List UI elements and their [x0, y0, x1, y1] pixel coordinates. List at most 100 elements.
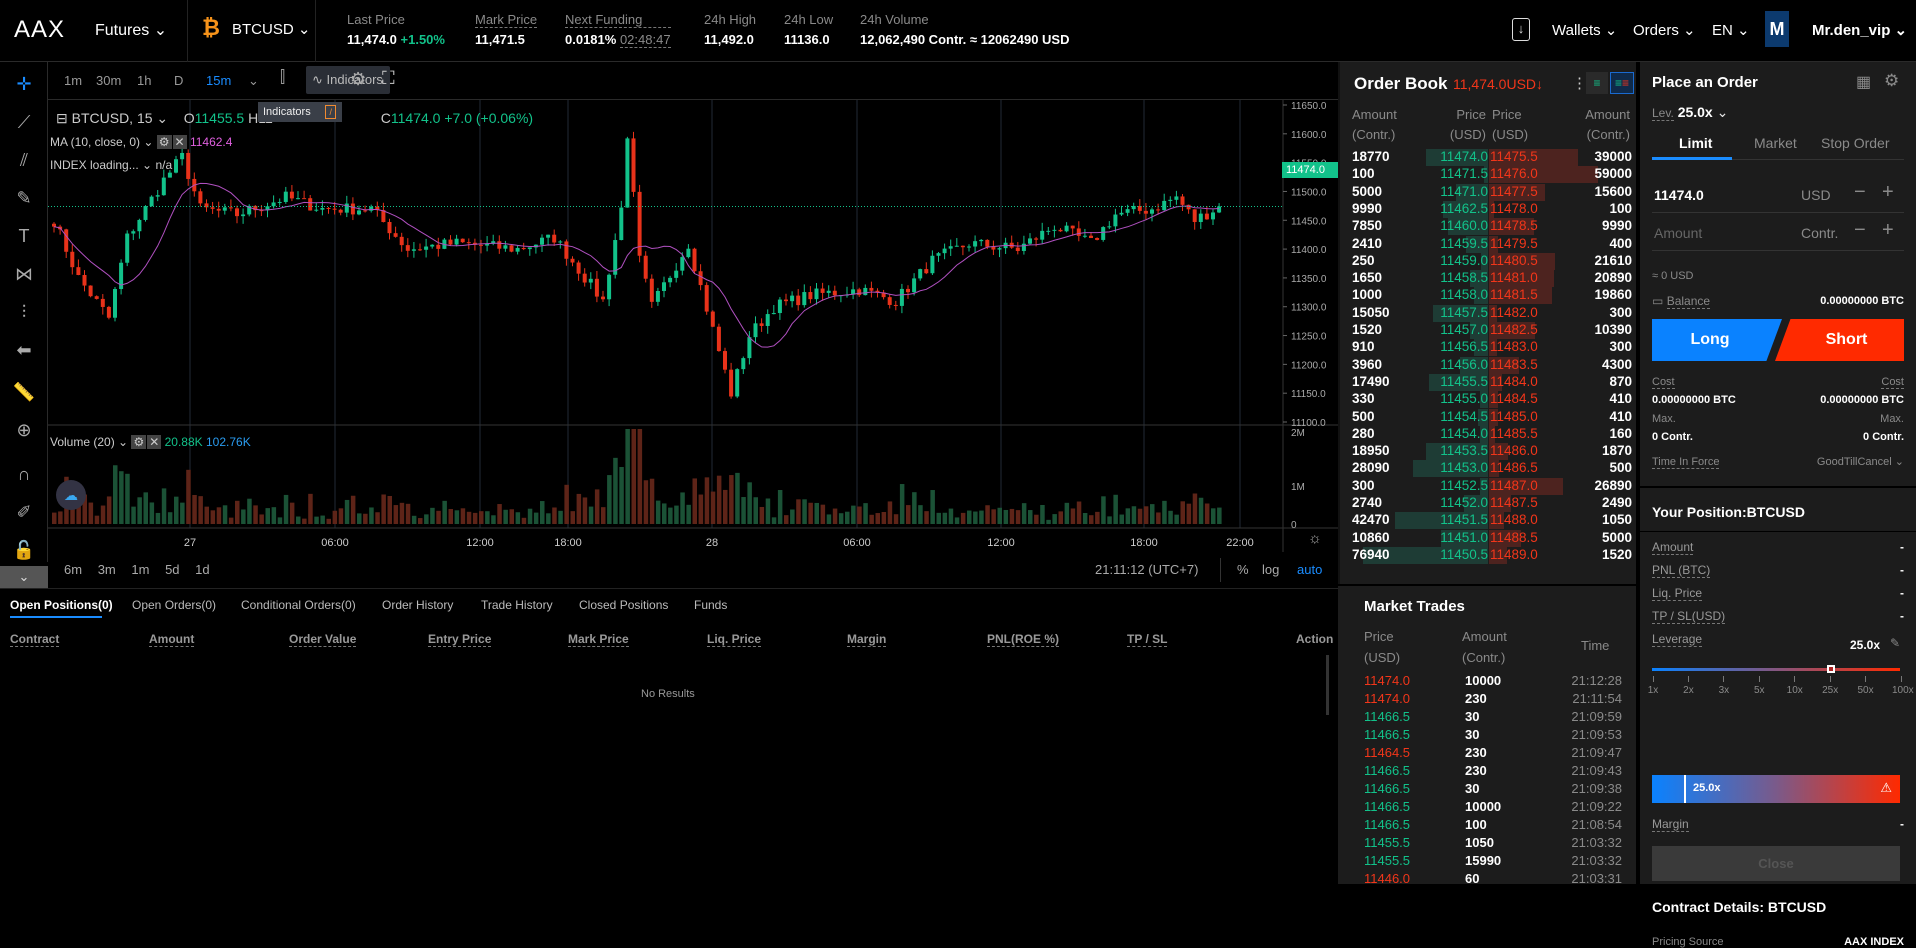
leverage-slider[interactable] [1652, 668, 1900, 671]
leverage-tick[interactable]: 50x [1857, 676, 1875, 696]
amount-input[interactable]: Amount Contr. − + [1652, 215, 1904, 251]
fib-icon[interactable]: ⫽ [12, 148, 36, 172]
interval-d[interactable]: D [174, 73, 183, 88]
interval-30m[interactable]: 30m [96, 73, 121, 88]
prediction-icon[interactable]: ⫶ [12, 300, 36, 324]
auto-scale-toggle[interactable]: auto [1297, 562, 1322, 577]
axis-settings-icon[interactable]: ☼ [1308, 530, 1322, 547]
order-book-row[interactable]: 5000 11471.0 11477.5 15600 [1340, 183, 1638, 201]
orders-menu[interactable]: Orders ⌄ [1633, 21, 1696, 39]
leverage-slider-thumb[interactable] [1826, 665, 1835, 673]
close-position-button[interactable]: Close [1652, 846, 1900, 881]
pattern-icon[interactable]: ⋈ [12, 262, 36, 286]
download-icon[interactable]: ↓ [1512, 18, 1530, 41]
order-book-row[interactable]: 100 11471.5 11476.0 59000 [1340, 166, 1638, 184]
order-book-row[interactable]: 250 11459.0 11480.5 21610 [1340, 252, 1638, 270]
leverage-tick[interactable]: 25x [1821, 676, 1839, 696]
candlestick-chart[interactable]: 27 06:00 12:00 18:00 28 06:00 12:00 18:00 22:00 1… [48, 100, 1338, 552]
order-book-row[interactable]: 1000 11458.0 11481.5 19860 [1340, 287, 1638, 305]
chart-timezone[interactable]: 21:11:12 (UTC+7) [1095, 562, 1198, 577]
order-book-row[interactable]: 500 11454.5 11485.0 410 [1340, 408, 1638, 426]
order-book-row[interactable]: 15050 11457.5 11482.0 300 [1340, 304, 1638, 322]
tab-open-orders-[interactable]: Open Orders(0) [132, 598, 216, 612]
interval-1m[interactable]: 1m [64, 73, 82, 88]
tab-limit[interactable]: Limit [1679, 135, 1712, 151]
tab-order-history[interactable]: Order History [382, 598, 453, 612]
interval-15m[interactable]: 15m [206, 73, 231, 88]
leverage-tick[interactable]: 3x [1715, 676, 1733, 696]
crosshair-icon[interactable]: ✛ [12, 72, 36, 96]
tab-trade-history[interactable]: Trade History [481, 598, 553, 612]
order-book-row[interactable]: 76940 11450.5 11489.0 1520 [1340, 546, 1638, 564]
order-book-row[interactable]: 1520 11457.0 11482.5 10390 [1340, 322, 1638, 339]
text-icon[interactable]: T [12, 224, 36, 248]
order-book-row[interactable]: 18950 11453.5 11486.0 1870 [1340, 443, 1638, 461]
indicators-button[interactable]: ∿ Indicators [306, 66, 390, 94]
product-dropdown[interactable]: Futures ⌄ [95, 20, 167, 40]
order-book-row[interactable]: 42470 11451.5 11488.0 1050 [1340, 512, 1638, 530]
brush-icon[interactable]: ✎ [12, 186, 36, 210]
log-scale-toggle[interactable]: log [1262, 562, 1279, 577]
order-book-row[interactable]: 330 11455.0 11484.5 410 [1340, 391, 1638, 409]
magnet-icon[interactable]: ∩ [12, 462, 36, 486]
interval-1h[interactable]: 1h [137, 73, 151, 88]
amount-decrement-icon[interactable]: − [1854, 219, 1866, 242]
time-in-force-dropdown[interactable]: GoodTillCancel ⌄ [1817, 455, 1904, 468]
more-options-icon[interactable]: ⋮ [1572, 74, 1587, 92]
zoom-in-icon[interactable]: ⊕ [12, 418, 36, 442]
leverage-dropdown[interactable]: Lev. 25.0x ⌄ [1652, 104, 1728, 121]
trend-line-icon[interactable]: ⟋ [12, 110, 36, 134]
tab-conditional-orders-[interactable]: Conditional Orders(0) [241, 598, 356, 612]
language-menu[interactable]: EN ⌄ [1712, 21, 1750, 39]
price-chart[interactable]: 27 06:00 12:00 18:00 28 06:00 12:00 18:00 22:00 1… [48, 100, 1338, 552]
order-book-row[interactable]: 17490 11455.5 11484.0 870 [1340, 373, 1638, 391]
order-book-row[interactable]: 280 11454.0 11485.5 160 [1340, 425, 1638, 443]
lock-drawing-icon[interactable]: ✐ [12, 500, 36, 524]
price-increment-icon[interactable]: + [1882, 181, 1894, 204]
calculator-icon[interactable]: ▦ [1856, 72, 1871, 92]
lock-icon[interactable]: 🔓 [12, 538, 36, 562]
tab-open-positions-[interactable]: Open Positions(0) [10, 598, 113, 612]
order-book-row[interactable]: 1650 11458.5 11481.0 20890 [1340, 270, 1638, 288]
fullscreen-icon[interactable]: ⛶ [382, 68, 395, 89]
tab-funds[interactable]: Funds [694, 598, 727, 612]
leverage-tick[interactable]: 10x [1786, 676, 1804, 696]
book-view-split-icon[interactable]: ≡ [1586, 72, 1608, 94]
scrollbar[interactable] [1326, 655, 1329, 715]
tab-market[interactable]: Market [1754, 135, 1797, 151]
order-book-row[interactable]: 3960 11456.0 11483.5 4300 [1340, 356, 1638, 374]
percent-scale-toggle[interactable]: % [1237, 562, 1249, 577]
user-menu[interactable]: Mr.den_vip ⌄ [1812, 21, 1907, 39]
order-book-row[interactable]: 18770 11474.0 11475.5 39000 [1340, 149, 1638, 166]
order-book-row[interactable]: 2740 11452.0 11487.5 2490 [1340, 495, 1638, 512]
arrow-left-icon[interactable]: ⬅ [12, 338, 36, 362]
order-book-row[interactable]: 910 11456.5 11483.0 300 [1340, 339, 1638, 357]
collapse-toolbar-button[interactable]: ⌄ [0, 566, 48, 588]
price-input[interactable]: 11474.0 USD − + [1652, 177, 1904, 213]
ruler-icon[interactable]: 📏 [12, 380, 36, 404]
symbol-dropdown[interactable]: BTCUSD ⌄ [232, 20, 310, 38]
aax-logo[interactable]: AAX [14, 16, 65, 44]
range-1m[interactable]: 1m [131, 562, 149, 577]
amount-increment-icon[interactable]: + [1882, 219, 1894, 242]
short-button[interactable]: Short [1775, 319, 1904, 361]
range-6m[interactable]: 6m [64, 562, 82, 577]
order-book-row[interactable]: 7850 11460.0 11478.5 9990 [1340, 218, 1638, 236]
interval-dropdown[interactable]: ⌄ [248, 73, 259, 89]
wallets-menu[interactable]: Wallets ⌄ [1552, 21, 1617, 39]
leverage-tick[interactable]: 2x [1679, 676, 1697, 696]
leverage-tick[interactable]: 5x [1750, 676, 1768, 696]
edit-leverage-icon[interactable]: ✎ [1890, 636, 1900, 650]
leverage-tick[interactable]: 1x [1644, 676, 1662, 696]
order-book-row[interactable]: 10860 11451.0 11488.5 5000 [1340, 529, 1638, 547]
chart-settings-icon[interactable]: ⚙ [350, 69, 366, 90]
order-settings-icon[interactable]: ⚙ [1884, 71, 1899, 91]
order-book-row[interactable]: 28090 11453.0 11486.5 500 [1340, 460, 1638, 478]
book-view-side-icon[interactable]: ≡≡ [1610, 72, 1634, 94]
order-book-row[interactable]: 2410 11459.5 11479.5 400 [1340, 235, 1638, 253]
avatar[interactable]: M [1765, 11, 1789, 47]
order-book-row[interactable]: 9990 11462.5 11478.0 100 [1340, 200, 1638, 218]
tab-closed-positions[interactable]: Closed Positions [579, 598, 668, 612]
volume-legend[interactable]: Volume (20) ⌄ ⚙ ✕ 20.88K 102.76K [50, 435, 251, 449]
legend-collapse-icon[interactable]: ⊟ [56, 110, 68, 126]
